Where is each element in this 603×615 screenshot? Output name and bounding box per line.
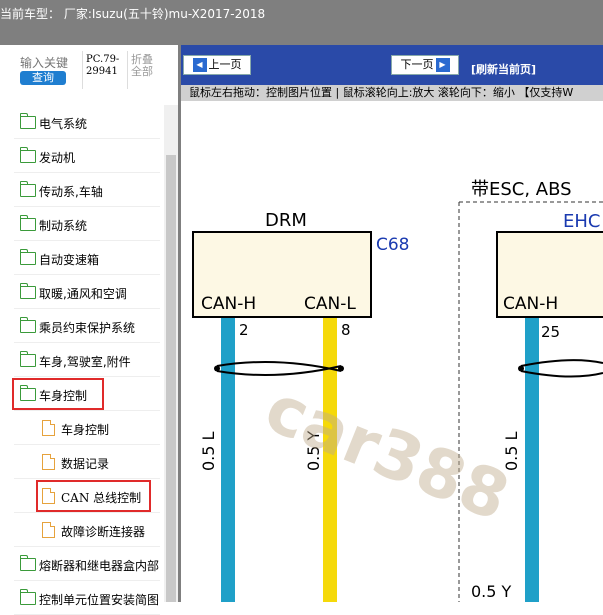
tree-item[interactable]: 控制单元位置安装简图: [0, 581, 164, 615]
prev-page-button[interactable]: ◀ 上一页: [183, 55, 251, 75]
folder-icon: [20, 351, 36, 367]
tree-item-label: 故障诊断连接器: [61, 525, 146, 539]
watermark-text: car388: [255, 369, 519, 536]
tree-item-label: 自动变速箱: [39, 253, 100, 267]
tree-item[interactable]: 熔断器和继电器盒内部: [0, 547, 164, 581]
drm-can-l-label: CAN-L: [304, 294, 356, 314]
divider: [127, 51, 128, 89]
folder-icon: [20, 283, 36, 299]
nav-toolbar: ◀ 上一页 下一页 ▶ [刷新当前页]: [181, 45, 603, 85]
twist-end-left: [214, 365, 220, 372]
tree-item-label: 发动机: [39, 151, 76, 165]
ehc-can-h-wire: [525, 318, 539, 602]
document-icon: [42, 454, 55, 470]
refresh-page-link[interactable]: [刷新当前页]: [471, 61, 536, 77]
tree-item[interactable]: 车身,驾驶室,附件: [0, 343, 164, 377]
tree-item-label: 传动系,车轴: [39, 185, 103, 199]
folder-icon: [20, 317, 36, 333]
prev-arrow-icon: ◀: [192, 58, 207, 72]
tree-item[interactable]: 电气系统: [0, 105, 164, 139]
tree-item-label: 制动系统: [39, 219, 88, 233]
wiring-diagram[interactable]: 带ESC, ABS DRM C68 CAN-H CAN-L 2 8 0.5 L …: [181, 101, 603, 602]
tree-item[interactable]: 制动系统: [0, 207, 164, 241]
search-input[interactable]: [20, 56, 68, 70]
tree-item[interactable]: 发动机: [0, 139, 164, 173]
category-tree: 电气系统 发动机 传动系,车轴 制动系统 自动变速箱 取暖,通风和空调 乘员约束保护系统 车身…: [0, 105, 164, 615]
right-panel: ◀ 上一页 下一页 ▶ [刷新当前页] 鼠标左右拖动：控制图片位置 | 鼠标滚轮向上…: [181, 45, 603, 602]
folder-icon: [20, 555, 36, 571]
ehc-pin-25: 25: [541, 323, 560, 341]
tree-item[interactable]: 传动系,车轴: [0, 173, 164, 207]
search-row: 查询 PC.79-29941 折叠全部: [0, 45, 178, 95]
tree-scroll-thumb[interactable]: [166, 155, 176, 602]
collapse-all-button[interactable]: 折叠全部: [131, 54, 159, 78]
can-h-wire: [221, 318, 235, 602]
next-arrow-icon: ▶: [435, 58, 450, 72]
tree-item-label: 控制单元位置安装简图: [39, 593, 160, 607]
tree-item-label: 电气系统: [39, 117, 88, 131]
tree-item-label: 数据记录: [61, 457, 110, 471]
folder-icon: [20, 215, 36, 231]
document-icon: [42, 522, 55, 538]
selection-highlight: [12, 378, 104, 410]
twisted-pair-symbol: [216, 361, 342, 376]
current-model-label: 当前车型： 厂家:Isuzu(五十铃)mu-X2017-2018: [0, 7, 266, 21]
folder-icon: [20, 113, 36, 129]
c68-connector-label: C68: [376, 235, 410, 255]
tree-item[interactable]: 乘员约束保护系统: [0, 309, 164, 343]
folder-icon: [20, 589, 36, 605]
tree-item[interactable]: 取暖,通风和空调: [0, 275, 164, 309]
tree-item[interactable]: 自动变速箱: [0, 241, 164, 275]
folder-icon: [20, 181, 36, 197]
tree-item[interactable]: 故障诊断连接器: [0, 513, 164, 547]
tree-item-label: 车身,驾驶室,附件: [39, 355, 131, 369]
usage-hint: 鼠标左右拖动：控制图片位置 | 鼠标滚轮向上:放大 滚轮向下：缩小 【仅支持W: [181, 85, 603, 101]
twist-end-right-module: [518, 365, 524, 372]
next-page-button[interactable]: 下一页 ▶: [391, 55, 459, 75]
twist-end-right: [338, 365, 344, 372]
region-label: 带ESC, ABS: [471, 179, 572, 200]
tree-item[interactable]: 车身控制: [0, 411, 164, 445]
folder-icon: [20, 147, 36, 163]
wire-size-label-l: 0.5 L: [199, 431, 218, 471]
wire-size-label-y-right: 0.5 Y: [471, 582, 512, 601]
drm-can-h-label: CAN-H: [201, 294, 256, 314]
drm-pin-2: 2: [239, 321, 249, 339]
tree-item-label: 车身控制: [61, 423, 110, 437]
tree-item-label: 乘员约束保护系统: [39, 321, 136, 335]
model-code: PC.79-29941: [86, 54, 120, 77]
selection-highlight: [36, 480, 151, 512]
ehc-can-h-label: CAN-H: [503, 294, 558, 314]
drm-module-name: DRM: [265, 210, 307, 231]
search-button[interactable]: 查询: [20, 71, 66, 85]
ehc-module-name: EHC: [563, 211, 600, 232]
tree-item[interactable]: 数据记录: [0, 445, 164, 479]
folder-icon: [20, 249, 36, 265]
diagram-canvas: 带ESC, ABS DRM C68 CAN-H CAN-L 2 8 0.5 L …: [192, 179, 603, 602]
drm-pin-8: 8: [341, 321, 351, 339]
left-panel: 查询 PC.79-29941 折叠全部 电气系统发动机传动系,车轴制动系统自动变…: [0, 45, 178, 615]
document-icon: [42, 420, 55, 436]
tree-item[interactable]: 车身控制: [0, 377, 164, 411]
tree-item-label: 取暖,通风和空调: [39, 287, 127, 301]
divider: [82, 51, 83, 89]
title-bar: 当前车型： 厂家:Isuzu(五十铃)mu-X2017-2018: [0, 0, 603, 45]
tree-item[interactable]: CAN 总线控制: [0, 479, 164, 513]
tree-item-label: 熔断器和继电器盒内部: [39, 559, 160, 573]
